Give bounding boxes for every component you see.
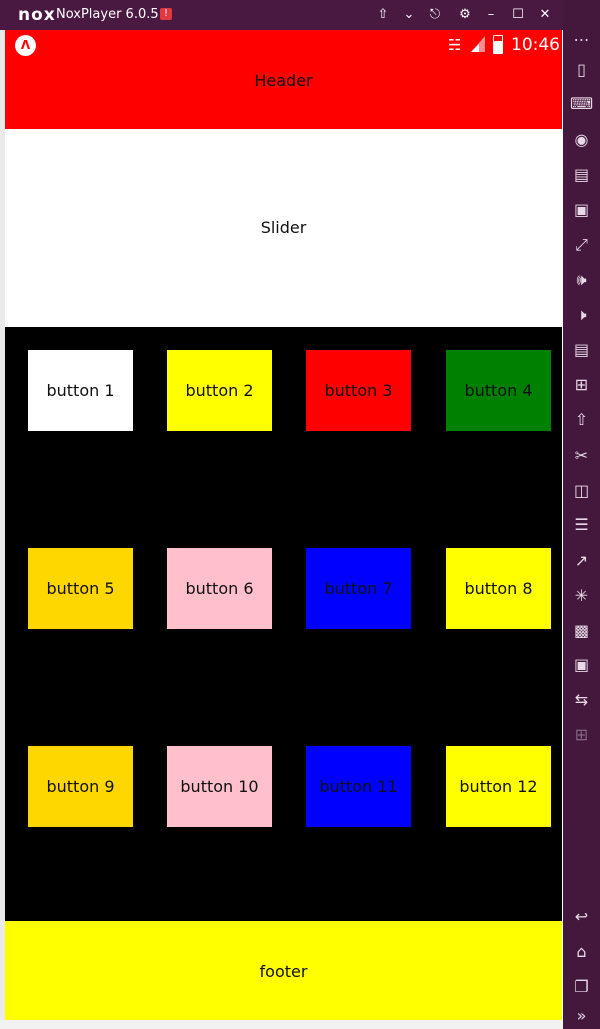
- window-title: NoxPlayer 6.0.5.3: [56, 7, 172, 22]
- add-apk-icon[interactable]: ⊞: [563, 373, 600, 397]
- close-icon[interactable]: ✕: [535, 6, 555, 24]
- slider-label: Slider: [260, 218, 307, 237]
- expand-icon[interactable]: »: [563, 1004, 600, 1028]
- sync-icon[interactable]: ⇆: [563, 688, 600, 712]
- slider-section[interactable]: Slider: [5, 129, 562, 327]
- screenshot-icon[interactable]: ▣: [563, 198, 600, 222]
- button-9[interactable]: button 9: [28, 746, 133, 827]
- location-icon[interactable]: ◉: [563, 128, 600, 152]
- button-8[interactable]: button 8: [446, 548, 551, 629]
- multi-instance-icon[interactable]: ◫: [563, 479, 600, 503]
- footer-section: footer: [5, 921, 562, 1020]
- nox-logo: nox: [18, 5, 56, 25]
- volume-down-icon[interactable]: 🕨: [563, 303, 600, 327]
- scissors-icon[interactable]: ✂: [563, 444, 600, 468]
- button-grid: button 1 button 2 button 3 button 4 butt…: [5, 327, 562, 921]
- fullscreen-icon[interactable]: ⤢: [563, 233, 600, 257]
- toolbox-icon[interactable]: ▤: [563, 338, 600, 362]
- chevron-down-icon[interactable]: ⌄: [399, 6, 419, 24]
- status-bar: Λ ☵ 10:46: [5, 30, 562, 60]
- gamepad-icon[interactable]: ▣: [563, 653, 600, 677]
- button-4[interactable]: button 4: [446, 350, 551, 431]
- button-label: button 2: [185, 381, 254, 400]
- button-11[interactable]: button 11: [306, 746, 411, 827]
- header-section: Header: [5, 60, 562, 129]
- button-label: button 4: [464, 381, 533, 400]
- button-12[interactable]: button 12: [446, 746, 551, 827]
- header-label: Header: [254, 71, 313, 90]
- recent-apps-icon[interactable]: ❐: [563, 975, 600, 999]
- pin-icon[interactable]: ⇧: [373, 6, 393, 24]
- button-label: button 5: [46, 579, 115, 598]
- shake-icon[interactable]: ▯: [563, 58, 600, 82]
- add-icon[interactable]: ⊞: [563, 723, 600, 747]
- button-10[interactable]: button 10: [167, 746, 272, 827]
- button-label: button 12: [459, 777, 538, 796]
- menu-icon[interactable]: ☰: [563, 513, 600, 537]
- button-6[interactable]: button 6: [167, 548, 272, 629]
- button-1[interactable]: button 1: [28, 350, 133, 431]
- button-label: button 11: [319, 777, 398, 796]
- android-screen: Λ ☵ 10:46 Header Slider button 1 button …: [5, 30, 562, 1020]
- battery-icon: [493, 35, 503, 54]
- screen-icon[interactable]: ▤: [563, 163, 600, 187]
- button-label: button 3: [324, 381, 393, 400]
- nox-toolbar: ⋯ ▯ ⌨ ◉ ▤ ▣ ⤢ 🕪 🕨 ▤ ⊞ ⇧ ✂ ◫ ☰ ↗ ✳ ▩ ▣ ⇆ …: [563, 0, 600, 1029]
- loading-icon[interactable]: ✳: [563, 584, 600, 608]
- button-3[interactable]: button 3: [306, 350, 411, 431]
- keyboard-icon[interactable]: ⌨: [563, 92, 600, 116]
- apk-install-icon[interactable]: ⇧: [563, 408, 600, 432]
- button-label: button 6: [185, 579, 254, 598]
- keep-on-top-icon[interactable]: ⎋: [425, 6, 445, 24]
- minimize-icon[interactable]: –: [481, 6, 501, 24]
- button-2[interactable]: button 2: [167, 350, 272, 431]
- wifi-icon: ☵: [448, 36, 462, 54]
- volume-up-icon[interactable]: 🕪: [563, 268, 600, 292]
- settings-icon[interactable]: ⚙: [455, 6, 475, 24]
- button-label: button 10: [180, 777, 259, 796]
- desktop-background-bottom: [0, 1020, 563, 1029]
- button-label: button 9: [46, 777, 115, 796]
- app-logo-icon: Λ: [15, 35, 36, 56]
- window-title-bar: nox NoxPlayer 6.0.5.3 ! ⇧ ⌄ ⎋ ⚙ – ☐ ✕: [0, 0, 563, 30]
- button-5[interactable]: button 5: [28, 548, 133, 629]
- home-icon[interactable]: ⌂: [563, 940, 600, 964]
- footer-label: footer: [259, 962, 308, 981]
- status-clock: 10:46: [511, 35, 560, 55]
- button-7[interactable]: button 7: [306, 548, 411, 629]
- warning-icon[interactable]: !: [160, 8, 172, 20]
- button-label: button 7: [324, 579, 393, 598]
- link-icon[interactable]: ↗: [563, 549, 600, 573]
- back-icon[interactable]: ↩: [563, 905, 600, 929]
- record-icon[interactable]: ▩: [563, 619, 600, 643]
- more-icon[interactable]: ⋯: [563, 28, 600, 52]
- button-label: button 1: [46, 381, 115, 400]
- button-label: button 8: [464, 579, 533, 598]
- maximize-icon[interactable]: ☐: [508, 6, 528, 24]
- signal-icon: [471, 36, 485, 52]
